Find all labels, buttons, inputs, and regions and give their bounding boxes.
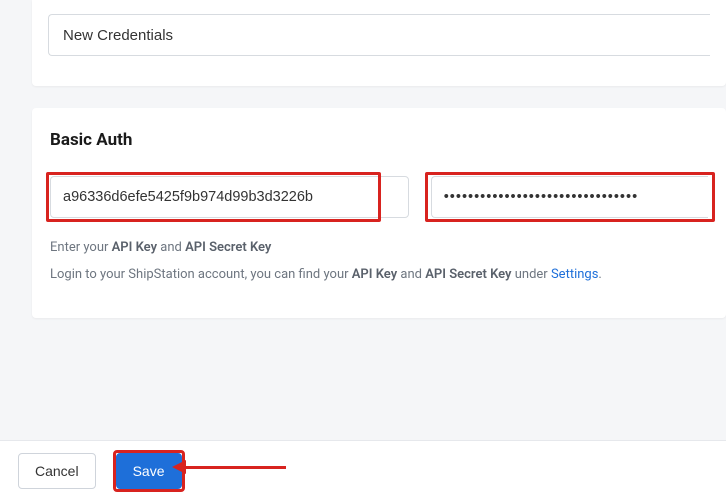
basic-auth-title: Basic Auth <box>50 130 708 150</box>
api-key-field-wrap <box>50 176 409 218</box>
api-key-input[interactable] <box>50 176 409 218</box>
credentials-row <box>50 176 708 218</box>
help-text-enter-keys: Enter your API Key and API Secret Key <box>50 240 708 255</box>
settings-link[interactable]: Settings <box>551 267 598 282</box>
save-button-label: Save <box>133 463 165 479</box>
save-button[interactable]: Save <box>116 453 182 489</box>
help-text-login: Login to your ShipStation account, you c… <box>50 267 708 282</box>
credential-name-card <box>32 0 726 86</box>
credential-name-input[interactable] <box>48 14 710 56</box>
api-secret-field-wrap <box>431 176 708 218</box>
footer-bar: Cancel Save <box>0 440 726 500</box>
basic-auth-card: Basic Auth Enter your API Key and API Se… <box>32 108 726 318</box>
cancel-button[interactable]: Cancel <box>18 453 96 489</box>
api-secret-input[interactable] <box>431 176 708 218</box>
